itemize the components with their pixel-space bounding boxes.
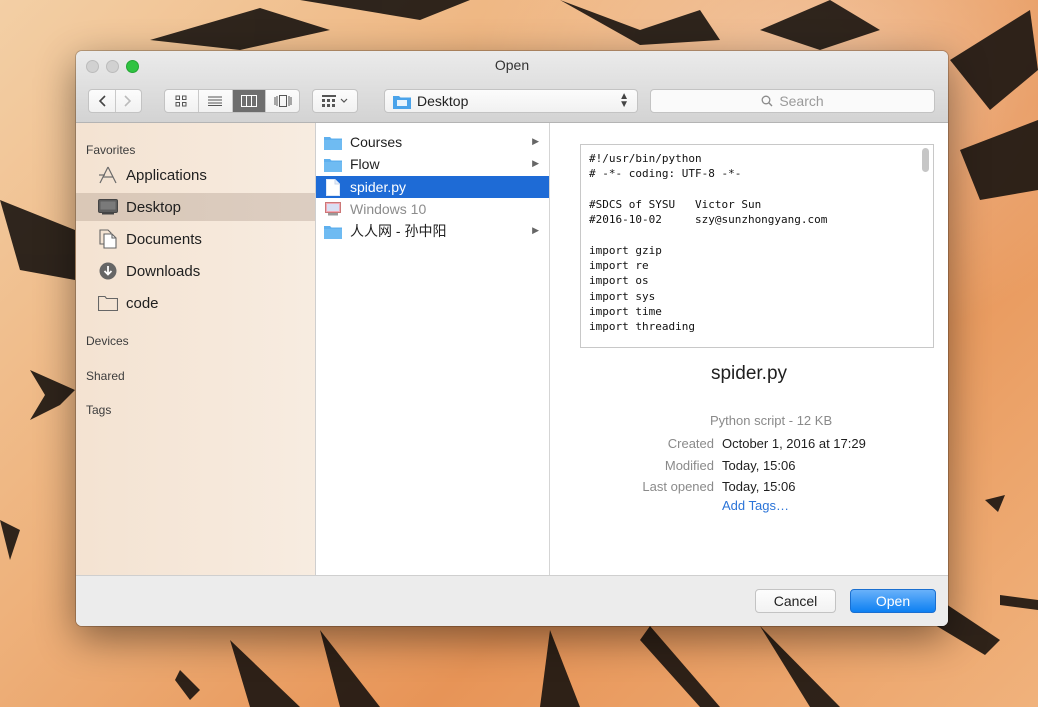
meta-last-opened: Last opened Today, 15:06 [570,479,948,499]
chevron-right-icon: ▶ [532,158,539,168]
downloads-icon [98,261,118,281]
sidebar-item-downloads[interactable]: Downloads [76,257,315,285]
code-line: import time [589,304,662,318]
sidebar-item-label: Documents [126,230,202,248]
sidebar-item-label: Desktop [126,198,182,216]
meta-value: October 1, 2016 at 17:29 [722,436,866,451]
view-mode-control [164,89,300,113]
preview-pane: #!/usr/bin/python # -*- coding: UTF-8 -*-… [550,123,948,575]
code-line: # -*- coding: UTF-8 -*- [589,167,742,181]
sidebar-item-label: Downloads [126,262,201,280]
file-name: Windows 10 [350,201,427,217]
file-row-windows-10[interactable]: Windows 10 [316,198,549,220]
chevron-right-icon [124,95,132,107]
sidebar-item-applications[interactable]: Applications [76,161,315,189]
meta-key: Last opened [642,479,714,494]
location-label: Desktop [417,93,469,109]
file-row-spider-py[interactable]: spider.py [316,176,549,198]
search-field[interactable]: Search [650,89,935,113]
code-line: import os [589,274,649,288]
popup-arrows-icon: ▲ ▼ [619,91,629,110]
chevron-right-icon: ▶ [532,225,539,235]
file-row-flow[interactable]: Flow ▶ [316,153,549,175]
code-line: import threading [589,320,695,334]
desktop-icon [98,197,118,217]
file-name: Flow [350,156,380,172]
desktop-folder-icon [393,95,411,109]
preview-file-kind: Python script - 12 KB [710,413,833,428]
dialog-titlebar: Open Desktop ▲ ▼ Search [76,51,948,123]
column-view-button[interactable] [231,90,266,112]
cover-flow-button[interactable] [265,90,299,112]
column-view-icon [240,95,257,107]
cover-flow-icon [274,95,292,107]
documents-icon [98,229,118,249]
meta-value: Today, 15:06 [722,479,796,494]
open-button[interactable]: Open [850,589,936,613]
file-browser-column: Courses ▶ Flow ▶ spider.py Windows 10 人人… [316,123,550,575]
file-name: 人人网 - 孙中阳 [350,223,447,239]
sidebar-item-label: code [126,294,159,312]
location-popup[interactable]: Desktop ▲ ▼ [384,89,638,113]
search-placeholder: Search [779,93,824,109]
search-icon [761,95,773,107]
folder-icon [324,134,342,150]
code-line: import sys [589,289,656,303]
file-name: spider.py [350,179,407,195]
sidebar-item-documents[interactable]: Documents [76,225,315,253]
back-button[interactable] [89,90,115,112]
list-view-button[interactable] [197,90,232,112]
sidebar-section-favorites: Favorites [86,143,136,157]
sidebar-section-shared[interactable]: Shared [86,369,125,383]
sidebar-item-desktop[interactable]: Desktop [76,193,315,221]
dialog-footer: Cancel Open [76,575,948,626]
code-preview[interactable]: #!/usr/bin/python # -*- coding: UTF-8 -*-… [580,144,934,348]
forward-button[interactable] [114,90,142,112]
meta-modified: Modified Today, 15:06 [570,458,948,478]
cancel-button[interactable]: Cancel [755,589,836,613]
file-name: Courses [350,134,403,150]
chevron-down-icon [340,98,348,103]
chevron-left-icon [98,95,106,107]
meta-key: Modified [664,458,714,473]
meta-value: Today, 15:06 [722,458,796,473]
list-view-icon [208,96,223,106]
arrange-button[interactable] [312,89,358,113]
folder-icon [98,293,118,313]
sidebar: Favorites Applications Desktop Documents… [76,123,316,575]
arrange-icon [322,95,336,107]
open-dialog: Open Desktop ▲ ▼ Search Favorites Applic… [76,51,948,626]
sidebar-item-label: Applications [126,166,207,184]
add-tags-link[interactable]: Add Tags… [722,498,789,513]
disk-image-icon [324,201,342,217]
grid-view-icon [175,95,187,107]
chevron-right-icon: ▶ [532,136,539,146]
code-line: import gzip [589,243,662,257]
folder-icon [324,156,342,172]
dialog-title: Open [494,57,530,73]
code-line: #2016-10-02 szy@sunzhongyang.com [589,213,828,227]
meta-key: Created [667,436,714,451]
file-row-courses[interactable]: Courses ▶ [316,131,549,153]
sidebar-item-code[interactable]: code [76,289,315,317]
code-line: #SDCS of SYSU Victor Sun [589,197,762,211]
code-line: #!/usr/bin/python [589,152,702,165]
preview-file-name: spider.py [710,363,788,384]
back-forward-control [88,89,142,113]
preview-scrollbar[interactable] [922,148,929,172]
document-icon [324,178,342,196]
code-line: import re [589,259,649,273]
sidebar-section-tags[interactable]: Tags [86,403,111,417]
file-row-renren[interactable]: 人人网 - 孙中阳 ▶ [316,220,549,242]
icon-view-button[interactable] [165,90,198,112]
sidebar-section-devices[interactable]: Devices [86,334,129,348]
meta-created: Created October 1, 2016 at 17:29 [570,436,948,456]
folder-icon [324,223,342,239]
applications-icon [98,165,118,185]
